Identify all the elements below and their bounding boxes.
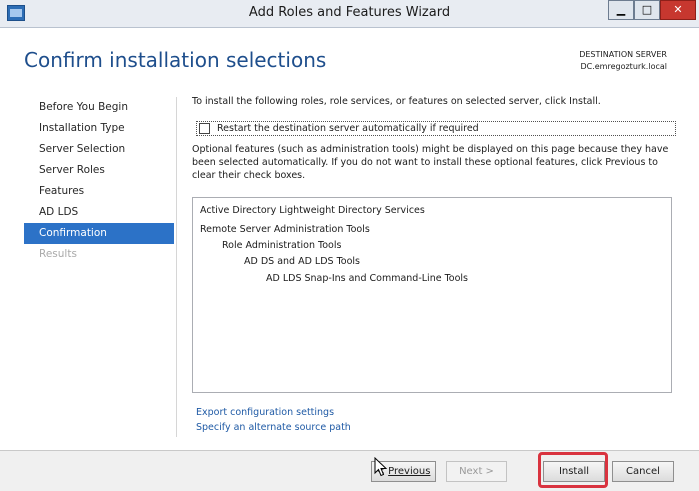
content-pane: To install the following roles, role ser…	[192, 96, 678, 433]
nav-item-ad-lds[interactable]: AD LDS	[24, 202, 174, 223]
install-highlight-box	[538, 452, 608, 488]
nav-item-features[interactable]: Features	[24, 181, 174, 202]
list-item: Active Directory Lightweight Directory S…	[200, 205, 425, 216]
nav-divider	[176, 97, 177, 437]
destination-server-label: DESTINATION SERVER	[579, 50, 667, 59]
list-item: Remote Server Administration Tools	[200, 224, 370, 235]
wizard-nav: Before You Begin Installation Type Serve…	[24, 97, 174, 265]
page-title: Confirm installation selections	[24, 48, 327, 72]
export-configuration-link[interactable]: Export configuration settings	[196, 407, 334, 418]
nav-item-server-roles[interactable]: Server Roles	[24, 160, 174, 181]
restart-checkbox-label[interactable]: Restart the destination server automatic…	[217, 123, 479, 134]
selected-features-list[interactable]: Active Directory Lightweight Directory S…	[192, 197, 672, 393]
nav-item-results: Results	[39, 248, 77, 260]
title-bar: Add Roles and Features Wizard ▁ □ ✕	[0, 0, 699, 28]
minimize-button[interactable]: ▁	[608, 0, 634, 20]
intro-text: To install the following roles, role ser…	[192, 96, 601, 107]
restart-checkbox[interactable]	[199, 123, 210, 134]
list-item: AD LDS Snap-Ins and Command-Line Tools	[266, 273, 468, 284]
nav-item-before-you-begin[interactable]: Before You Begin	[24, 97, 174, 118]
nav-item-server-selection[interactable]: Server Selection	[24, 139, 174, 160]
list-item: Role Administration Tools	[222, 240, 342, 251]
restart-option[interactable]: Restart the destination server automatic…	[196, 121, 676, 136]
maximize-button[interactable]: □	[634, 0, 660, 20]
next-button: Next >	[446, 461, 507, 482]
alternate-source-link[interactable]: Specify an alternate source path	[196, 422, 351, 433]
window-title: Add Roles and Features Wizard	[248, 5, 451, 20]
optional-features-text: Optional features (such as administratio…	[192, 144, 669, 181]
cancel-button[interactable]: Cancel	[612, 461, 674, 482]
nav-item-installation-type[interactable]: Installation Type	[24, 118, 174, 139]
previous-button-label: Previous	[388, 466, 431, 477]
nav-item-confirmation[interactable]: Confirmation	[24, 223, 174, 244]
destination-server-name: DC.emregozturk.local	[580, 62, 667, 71]
close-button[interactable]: ✕	[660, 0, 696, 20]
list-item: AD DS and AD LDS Tools	[244, 256, 360, 267]
